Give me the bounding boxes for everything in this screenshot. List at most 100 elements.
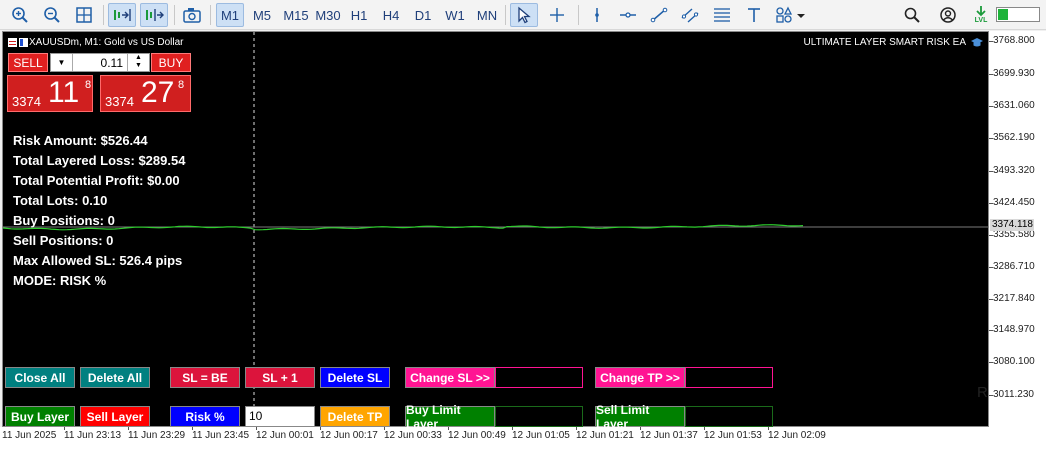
timeframe-m5[interactable]: M5 xyxy=(248,3,276,27)
price-axis[interactable]: 3768.800 3699.930 3631.060 3562.190 3493… xyxy=(989,31,1046,427)
time-label: 12 Jun 01:37 xyxy=(640,430,698,441)
crosshair-icon[interactable] xyxy=(543,3,571,27)
shapes-icon[interactable] xyxy=(772,3,810,27)
ask-quote[interactable]: 3374 27 8 xyxy=(100,75,191,112)
change-sl-field[interactable] xyxy=(495,367,583,388)
buy-limit-layer-button[interactable]: Buy Limit Layer xyxy=(405,403,495,431)
ea-name-label: ULTIMATE LAYER SMART RISK EA xyxy=(803,37,966,48)
chart-area[interactable]: XAUUSDm, M1: Gold vs US Dollar ULTIMATE … xyxy=(2,31,990,431)
signal-icon[interactable]: LVL xyxy=(968,3,994,27)
one-click-sell-button[interactable]: SELL xyxy=(8,53,48,72)
change-tp-field[interactable] xyxy=(685,367,773,388)
vertical-line-icon[interactable] xyxy=(583,3,611,27)
current-price-label: 3374.118 xyxy=(990,219,1034,231)
price-label: 3424.450 xyxy=(993,197,1035,208)
timeframe-h1[interactable]: H1 xyxy=(345,3,373,27)
account-icon[interactable] xyxy=(936,3,960,27)
sell-layer-button[interactable]: Sell Layer xyxy=(80,406,150,427)
risk-amount: Risk Amount: $526.44 xyxy=(13,133,148,148)
time-label: 12 Jun 00:49 xyxy=(448,430,506,441)
buy-limit-layer-field[interactable] xyxy=(495,406,583,427)
price-label: 3217.840 xyxy=(993,293,1035,304)
horizontal-line-icon[interactable] xyxy=(614,3,642,27)
time-axis[interactable]: 11 Jun 2025 11 Jun 23:13 11 Jun 23:29 11… xyxy=(0,427,1046,451)
timeframe-mn[interactable]: MN xyxy=(473,3,501,27)
bid-sup: 8 xyxy=(85,79,92,91)
timeframe-m30[interactable]: M30 xyxy=(312,3,344,27)
price-label: 3286.710 xyxy=(993,261,1035,272)
bid-prefix: 3374 xyxy=(12,94,41,109)
search-icon[interactable] xyxy=(900,3,924,27)
time-label: 12 Jun 00:17 xyxy=(320,430,378,441)
lot-spinner-icon[interactable]: ▲ ▼ xyxy=(127,54,149,71)
ask-prefix: 3374 xyxy=(105,94,134,109)
screenshot-icon[interactable] xyxy=(180,3,204,27)
buy-layer-button[interactable]: Buy Layer xyxy=(5,406,75,427)
total-lots: Total Lots: 0.10 xyxy=(13,193,108,208)
mode-label: MODE: RISK % xyxy=(13,273,107,288)
timeframe-m1[interactable]: M1 xyxy=(216,3,244,27)
time-label: 11 Jun 23:13 xyxy=(64,430,122,441)
text-icon[interactable] xyxy=(740,3,768,27)
max-allowed-sl: Max Allowed SL: 526.4 pips xyxy=(13,253,183,268)
timeframe-d1[interactable]: D1 xyxy=(409,3,437,27)
price-label: 3631.060 xyxy=(993,100,1035,111)
risk-pct-button[interactable]: Risk % xyxy=(170,406,240,427)
lot-size-input[interactable]: ▼ 0.11 ▲ ▼ xyxy=(50,53,150,72)
sell-positions: Sell Positions: 0 xyxy=(13,233,114,248)
zoom-out-icon[interactable] xyxy=(40,3,64,27)
lot-value: 0.11 xyxy=(100,56,123,70)
time-label: 11 Jun 23:29 xyxy=(128,430,186,441)
price-label: 3562.190 xyxy=(993,132,1035,143)
price-label: 3148.970 xyxy=(993,324,1035,335)
sl-be-button[interactable]: SL = BE xyxy=(170,367,240,388)
grid-icon[interactable] xyxy=(72,3,96,27)
price-label: 3080.100 xyxy=(993,356,1035,367)
total-layered-loss: Total Layered Loss: $289.54 xyxy=(13,153,186,168)
channel-icon[interactable] xyxy=(676,3,704,27)
time-label: 11 Jun 23:45 xyxy=(192,430,250,441)
bid-big: 11 xyxy=(48,76,80,109)
ask-big: 27 xyxy=(141,76,175,109)
price-label: 3768.800 xyxy=(993,35,1035,46)
r-marker: R xyxy=(977,384,988,401)
lot-dropdown-icon[interactable]: ▼ xyxy=(51,54,73,71)
timeframe-h4[interactable]: H4 xyxy=(377,3,405,27)
change-sl-button[interactable]: Change SL >> xyxy=(405,367,495,388)
toolbar: M1 M5 M15 M30 H1 H4 D1 W1 MN LVL xyxy=(0,0,1046,30)
sl-plus-one-button[interactable]: SL + 1 xyxy=(245,367,315,388)
sell-limit-layer-button[interactable]: Sell Limit Layer xyxy=(595,403,685,431)
autoscroll-icon[interactable] xyxy=(108,3,136,27)
time-label: 12 Jun 00:33 xyxy=(384,430,442,441)
chart-shift-icon[interactable] xyxy=(140,3,168,27)
timeframe-w1[interactable]: W1 xyxy=(441,3,469,27)
time-label: 12 Jun 01:53 xyxy=(704,430,762,441)
risk-value-input[interactable]: 10 xyxy=(245,406,315,427)
graduation-cap-icon xyxy=(971,38,983,47)
time-label: 12 Jun 00:01 xyxy=(256,430,314,441)
time-label: 12 Jun 02:09 xyxy=(768,430,826,441)
delete-all-button[interactable]: Delete All xyxy=(80,367,150,388)
chart-symbol-title: XAUUSDm, M1: Gold vs US Dollar xyxy=(29,37,184,48)
delete-tp-button[interactable]: Delete TP xyxy=(320,406,390,427)
one-click-buy-button[interactable]: BUY xyxy=(151,53,191,72)
price-label: 3011.230 xyxy=(993,389,1034,400)
price-label: 3493.320 xyxy=(993,165,1035,176)
fibonacci-icon[interactable] xyxy=(708,3,736,27)
zoom-in-icon[interactable] xyxy=(8,3,32,27)
level-indicator xyxy=(996,7,1040,22)
time-label: 12 Jun 01:05 xyxy=(512,430,570,441)
total-potential-profit: Total Potential Profit: $0.00 xyxy=(13,173,180,188)
close-all-button[interactable]: Close All xyxy=(5,367,75,388)
ask-sup: 8 xyxy=(178,79,185,91)
cursor-icon[interactable] xyxy=(510,3,538,27)
timeframe-m15[interactable]: M15 xyxy=(280,3,312,27)
chart-window-icon xyxy=(8,38,28,47)
buy-positions: Buy Positions: 0 xyxy=(13,213,115,228)
sell-limit-layer-field[interactable] xyxy=(685,406,773,427)
price-label: 3699.930 xyxy=(993,68,1035,79)
trendline-icon[interactable] xyxy=(645,3,673,27)
bid-quote[interactable]: 3374 11 8 xyxy=(7,75,93,112)
change-tp-button[interactable]: Change TP >> xyxy=(595,367,685,388)
delete-sl-button[interactable]: Delete SL xyxy=(320,367,390,388)
